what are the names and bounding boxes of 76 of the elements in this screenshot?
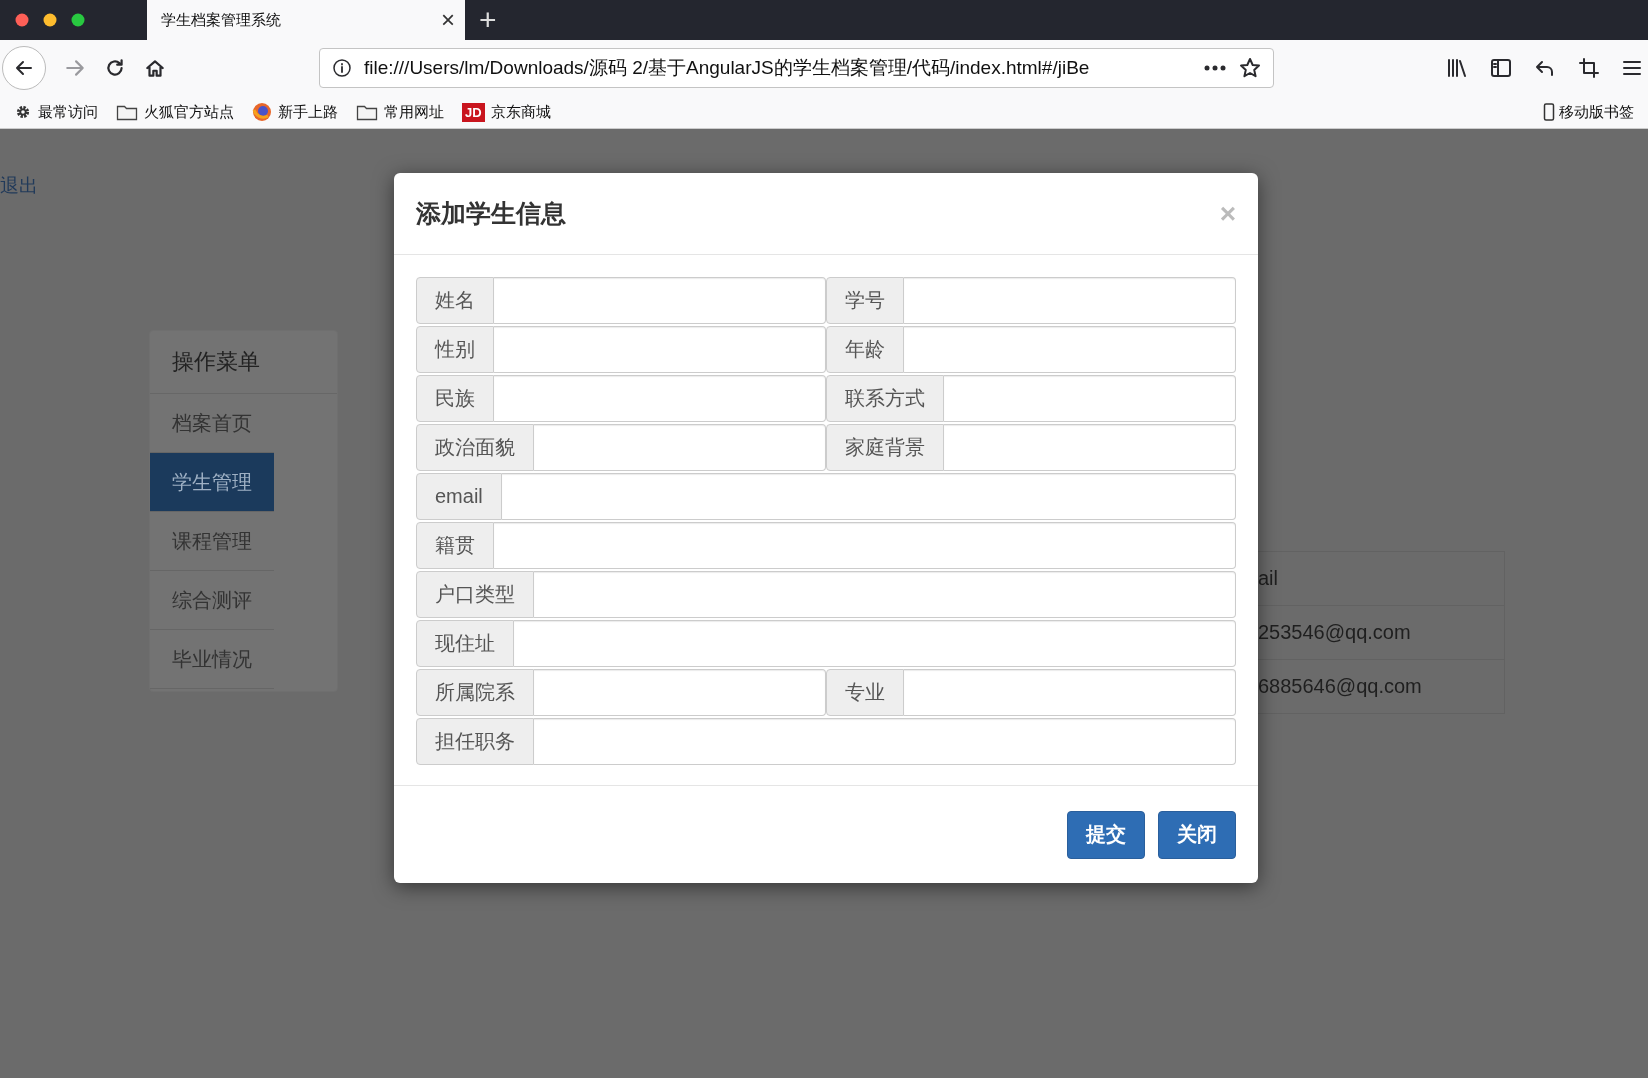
bookmark-item[interactable]: 火狐官方站点 xyxy=(116,102,234,122)
input-field[interactable] xyxy=(494,277,826,324)
bookmark-item[interactable]: 最常访问 xyxy=(14,102,98,122)
field-label: 家庭背景 xyxy=(826,424,944,471)
bookmark-label: 常用网址 xyxy=(384,102,444,122)
dialog-title: 添加学生信息 xyxy=(416,198,566,229)
library-icon[interactable] xyxy=(1446,58,1468,78)
field-label: 民族 xyxy=(416,375,494,422)
input-field[interactable] xyxy=(944,424,1236,471)
bookmark-label: 新手上路 xyxy=(278,102,338,122)
input-field[interactable] xyxy=(904,326,1236,373)
bookmark-item[interactable]: 常用网址 xyxy=(356,102,444,122)
field-label: 籍贯 xyxy=(416,522,494,569)
address-bar[interactable]: file:///Users/lm/Downloads/源码 2/基于AngularJS的学生档案管理/代码/index.html#/jiBe xyxy=(319,48,1274,88)
crop-icon[interactable] xyxy=(1578,57,1600,79)
back-button[interactable] xyxy=(2,46,46,90)
bookmark-item[interactable]: 新手上路 xyxy=(252,102,338,122)
bookmark-star-icon[interactable] xyxy=(1239,57,1261,79)
field-label: 姓名 xyxy=(416,277,494,324)
field-label: 联系方式 xyxy=(826,375,944,422)
jd-logo: JD xyxy=(462,102,485,122)
folder-icon xyxy=(356,103,378,121)
globe-icon xyxy=(252,102,272,122)
gear-icon xyxy=(14,103,32,121)
dialog-button[interactable]: 关闭 xyxy=(1158,810,1236,859)
bookmark-label: 火狐官方站点 xyxy=(144,102,234,122)
input-field[interactable] xyxy=(534,669,826,716)
field-label: 专业 xyxy=(826,669,904,716)
menu-title: 操作菜单 xyxy=(150,331,337,394)
new-tab-button[interactable]: + xyxy=(465,0,511,40)
input-field[interactable] xyxy=(904,277,1236,324)
input-field[interactable] xyxy=(501,473,1236,520)
window-control-icon[interactable] xyxy=(71,13,85,27)
folder-icon xyxy=(116,103,138,121)
menu-icon[interactable] xyxy=(1622,59,1642,77)
window-control-icon[interactable] xyxy=(43,13,57,27)
back-arrow-icon xyxy=(14,58,34,78)
home-icon[interactable] xyxy=(144,57,166,79)
field-label: 户口类型 xyxy=(416,571,534,618)
bookmark-label: 最常访问 xyxy=(38,102,98,122)
field-label: 性别 xyxy=(416,326,494,373)
input-field[interactable] xyxy=(904,669,1236,716)
bookmark-item[interactable]: 移动版书签 xyxy=(1543,102,1634,122)
sidebar-icon[interactable] xyxy=(1490,58,1512,78)
field-label: 学号 xyxy=(826,277,904,324)
table-header-cell-text: ail xyxy=(1258,566,1279,591)
input-field[interactable] xyxy=(534,571,1236,618)
undo-arrow-icon[interactable] xyxy=(1534,58,1556,78)
dialog-button[interactable]: 提交 xyxy=(1067,810,1145,859)
input-field[interactable] xyxy=(494,522,1236,569)
input-field[interactable] xyxy=(494,375,826,422)
reload-icon[interactable] xyxy=(104,57,126,79)
field-label: email xyxy=(416,473,502,520)
field-label: 政治面貌 xyxy=(416,424,534,471)
url-text: file:///Users/lm/Downloads/源码 2/基于AngularJS的学生档案管理/代码/index.html#/jiBe xyxy=(364,56,1091,80)
browser-tab[interactable]: 学生档案管理系统 × xyxy=(147,0,465,40)
more-icon[interactable] xyxy=(1203,64,1227,72)
forward-icon[interactable] xyxy=(64,57,86,79)
field-label: 所属院系 xyxy=(416,669,534,716)
input-field[interactable] xyxy=(494,326,826,373)
field-label: 担任职务 xyxy=(416,718,534,765)
info-icon xyxy=(332,58,352,78)
bookmark-label: 移动版书签 xyxy=(1559,102,1634,122)
menu-item[interactable]: 学生管理 xyxy=(150,453,274,512)
input-field[interactable] xyxy=(514,620,1236,667)
bookmark-label: 京东商城 xyxy=(490,102,551,122)
window-control-icon[interactable] xyxy=(15,13,29,27)
tab-title: 学生档案管理系统 xyxy=(161,10,282,30)
field-label: 年龄 xyxy=(826,326,904,373)
input-field[interactable] xyxy=(944,375,1236,422)
phone-icon xyxy=(1543,103,1555,121)
bookmark-item[interactable]: JD 京东商城 xyxy=(462,102,551,122)
close-tab-button[interactable]: × xyxy=(441,8,455,32)
field-label: 现住址 xyxy=(416,620,514,667)
input-field[interactable] xyxy=(534,718,1236,765)
input-field[interactable] xyxy=(534,424,826,471)
